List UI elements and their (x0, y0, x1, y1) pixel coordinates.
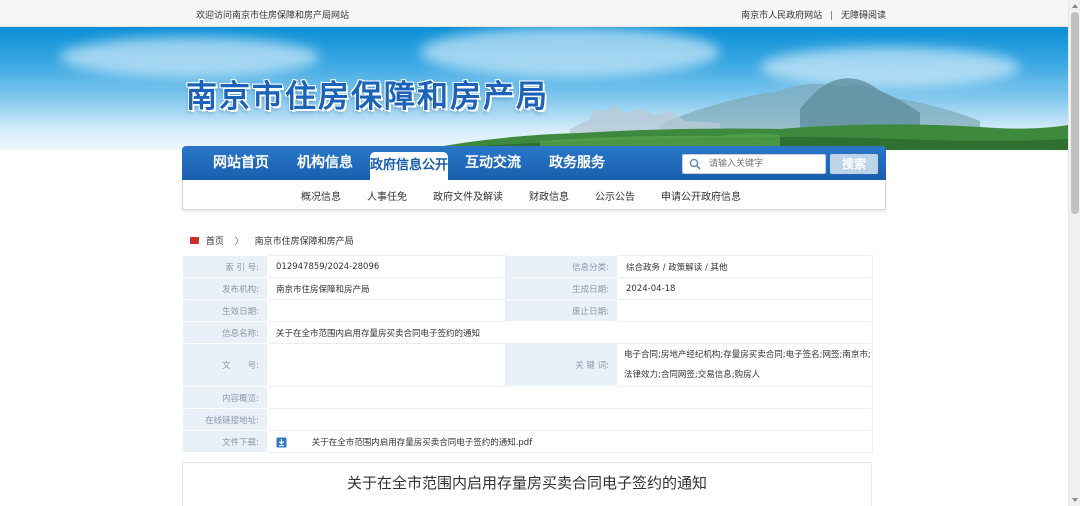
search-button[interactable]: 搜索 (830, 154, 878, 174)
index-label: 索 引 号: (182, 255, 268, 278)
overview-value (267, 386, 873, 409)
info-name-value: 关于在全市范围内启用存量房买卖合同电子签约的通知 (267, 321, 873, 344)
scrollbar-thumb[interactable] (1071, 12, 1079, 214)
gov-site-link[interactable]: 南京市人民政府网站 (741, 11, 822, 21)
info-name-label: 信息名称: (182, 321, 268, 344)
keywords-value: 电子合同;房地产经纪机构;存量房买卖合同;电子签名;网签;南京市;法律效力;合同… (617, 343, 873, 387)
site-title: 南京市住房保障和房产局 (186, 79, 549, 115)
breadcrumb-current[interactable]: 南京市住房保障和房产局 (255, 237, 354, 247)
doc-number-value (267, 343, 506, 387)
search-box[interactable] (682, 154, 826, 174)
header-banner: 南京市住房保障和房产局 (0, 27, 1068, 150)
subnav-personnel[interactable]: 人事任免 (367, 188, 407, 203)
home-icon (190, 237, 199, 244)
accessibility-link[interactable]: 无障碍阅读 (841, 11, 886, 21)
expired-date-label: 废止日期: (505, 299, 618, 322)
article-container: 关于在全市范围内启用存量房买卖合同电子签约的通知 (182, 462, 872, 506)
subnav-documents[interactable]: 政府文件及解读 (433, 188, 503, 203)
online-link-label: 在线链接地址: (182, 408, 268, 431)
effective-date-value (267, 299, 506, 322)
table-row: 在线链接地址: (182, 408, 873, 431)
generated-date-value: 2024-04-18 (617, 277, 873, 300)
top-links: 南京市人民政府网站 | 无障碍阅读 (741, 8, 886, 21)
online-link-value (267, 408, 873, 431)
nav-gov-services[interactable]: 政务服务 (538, 146, 616, 180)
top-link-separator: | (830, 11, 834, 21)
doc-number-label: 文 号: (182, 343, 268, 387)
subnav-apply-disclosure[interactable]: 申请公开政府信息 (661, 188, 741, 203)
effective-date-label: 生效日期: (182, 299, 268, 322)
info-table: 索 引 号: 012947859/2024-28096 信息分类: 综合政务 /… (182, 255, 873, 453)
breadcrumb-arrow: 〉 (234, 237, 244, 247)
category-value: 综合政务 / 政策解读 / 其他 (617, 255, 873, 278)
top-bar: 欢迎访问南京市住房保障和房产局网站 南京市人民政府网站 | 无障碍阅读 (0, 0, 1068, 27)
main-nav: 网站首页 机构信息 政府信息公开 互动交流 政务服务 搜索 (182, 146, 886, 180)
subnav-finance[interactable]: 财政信息 (529, 188, 569, 203)
table-row: 内容概览: (182, 386, 873, 409)
publisher-label: 发布机构: (182, 277, 268, 300)
welcome-text: 欢迎访问南京市住房保障和房产局网站 (196, 11, 350, 21)
table-row: 索 引 号: 012947859/2024-28096 信息分类: 综合政务 /… (182, 255, 873, 278)
index-value: 012947859/2024-28096 (267, 255, 506, 278)
breadcrumb-home[interactable]: 首页 (206, 237, 224, 247)
nav-organization[interactable]: 机构信息 (286, 146, 364, 180)
table-row: 信息名称: 关于在全市范围内启用存量房买卖合同电子签约的通知 (182, 321, 873, 344)
download-link[interactable]: 关于在全市范围内启用存量房买卖合同电子签约的通知.pdf (312, 438, 533, 448)
search-input[interactable] (709, 156, 821, 172)
table-row: 文 号: 关 键 词: 电子合同;房地产经纪机构;存量房买卖合同;电子签名;网签… (182, 343, 873, 387)
search-icon (689, 158, 701, 170)
overview-label: 内容概览: (182, 386, 268, 409)
article-title: 关于在全市范围内启用存量房买卖合同电子签约的通知 (346, 474, 707, 492)
table-row: 发布机构: 南京市住房保障和房产局 生成日期: 2024-04-18 (182, 277, 873, 300)
breadcrumb: 首页 〉 南京市住房保障和房产局 (190, 234, 354, 247)
subnav-announcements[interactable]: 公示公告 (595, 188, 635, 203)
page-scrollbar[interactable] (1068, 0, 1080, 506)
keywords-label: 关 键 词: (505, 343, 618, 387)
nav-interaction[interactable]: 互动交流 (454, 146, 532, 180)
download-label: 文件下载: (182, 430, 268, 453)
sub-nav: 概况信息 人事任免 政府文件及解读 财政信息 公示公告 申请公开政府信息 (182, 180, 886, 210)
table-row: 生效日期: 废止日期: (182, 299, 873, 322)
download-icon[interactable] (276, 437, 287, 448)
table-row: 文件下载: 关于在全市范围内启用存量房买卖合同电子签约的通知.pdf (182, 430, 873, 453)
category-label: 信息分类: (505, 255, 618, 278)
scroll-up-icon[interactable] (1072, 4, 1078, 8)
download-cell: 关于在全市范围内启用存量房买卖合同电子签约的通知.pdf (267, 430, 873, 453)
scroll-down-icon[interactable] (1072, 498, 1078, 502)
expired-date-value (617, 299, 873, 322)
subnav-overview[interactable]: 概况信息 (301, 188, 341, 203)
publisher-value: 南京市住房保障和房产局 (267, 277, 506, 300)
nav-home[interactable]: 网站首页 (202, 146, 280, 180)
nav-gov-info-disclosure[interactable]: 政府信息公开 (370, 152, 448, 180)
generated-date-label: 生成日期: (505, 277, 618, 300)
